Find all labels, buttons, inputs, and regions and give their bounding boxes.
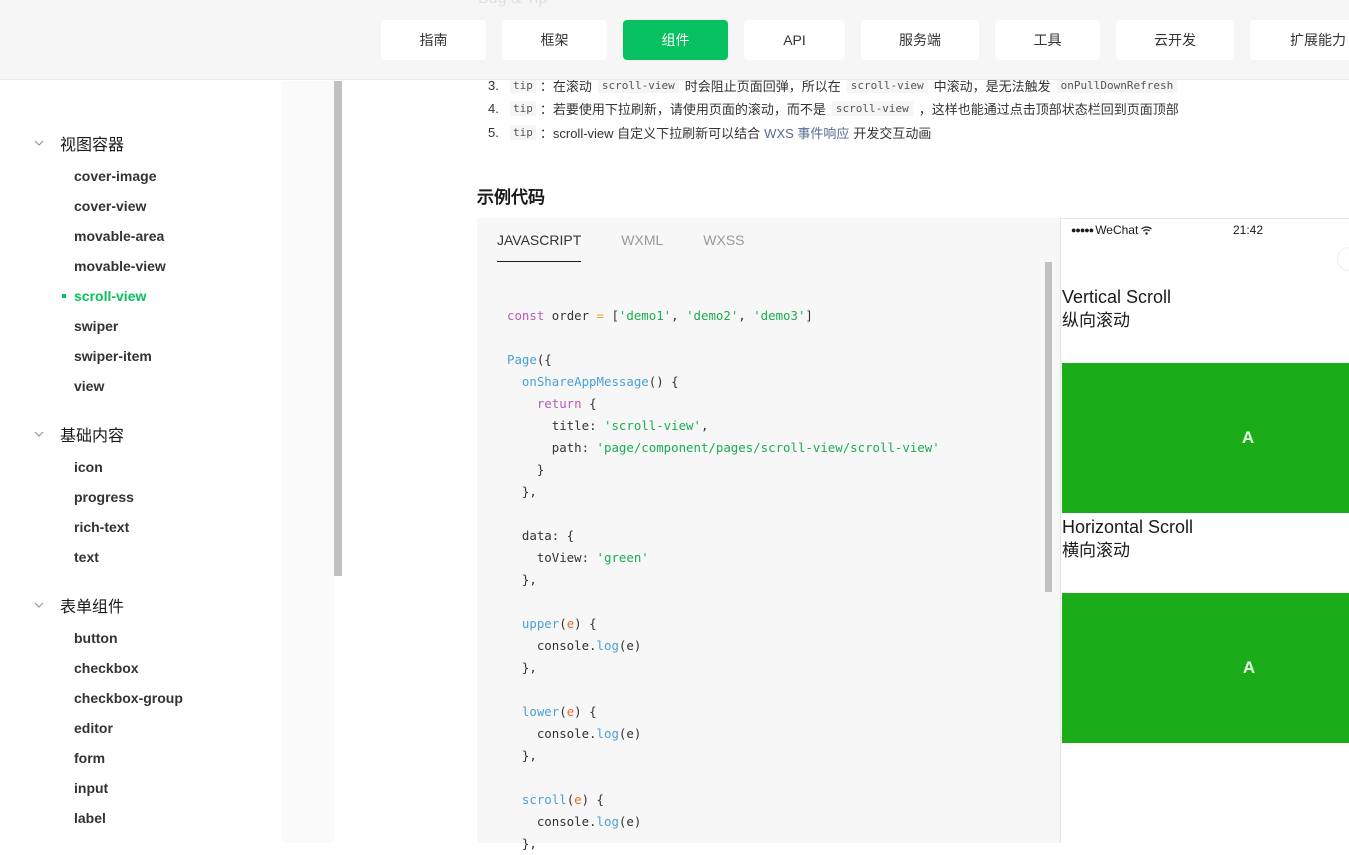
block-label: A bbox=[1242, 658, 1256, 677]
tip-item: 5. tip ：scroll-view 自定义下拉刷新可以结合 WXS 事件响应… bbox=[488, 123, 932, 142]
nav-tab-cloud[interactable]: 云开发 bbox=[1116, 20, 1234, 60]
nav-tab-guide[interactable]: 指南 bbox=[381, 20, 486, 60]
nav-tab-api[interactable]: API bbox=[744, 20, 845, 60]
wxs-event-link[interactable]: WXS 事件响应 bbox=[764, 123, 849, 142]
nav-tab-server[interactable]: 服务端 bbox=[861, 20, 979, 60]
nav-tab-components[interactable]: 组件 bbox=[623, 20, 728, 60]
sidebar-item-form[interactable]: form bbox=[0, 743, 334, 773]
signal-icon: ●●●●● bbox=[1071, 225, 1094, 235]
nav-tab-extensions[interactable]: 扩展能力 bbox=[1250, 20, 1349, 60]
sidebar-item-rich-text[interactable]: rich-text bbox=[0, 512, 334, 542]
code-block: const order = ['demo1', 'demo2', 'demo3'… bbox=[507, 308, 940, 851]
sidebar-group-title: 基础内容 bbox=[60, 428, 125, 445]
sidebar-group-header[interactable]: 视图容器 bbox=[0, 131, 334, 155]
nav-tab-tools[interactable]: 工具 bbox=[995, 20, 1100, 60]
wifi-icon bbox=[1141, 225, 1153, 235]
tab-javascript[interactable]: JAVASCRIPT bbox=[497, 218, 582, 262]
sidebar-item-scroll-view[interactable]: scroll-view bbox=[0, 281, 334, 311]
sidebar-item-cover-view[interactable]: cover-view bbox=[0, 191, 334, 221]
sidebar-item-checkbox-group[interactable]: checkbox-group bbox=[0, 683, 334, 713]
sidebar-item-movable-area[interactable]: movable-area bbox=[0, 221, 334, 251]
sidebar-item-swiper[interactable]: swiper bbox=[0, 311, 334, 341]
code-scrollbar[interactable] bbox=[1045, 262, 1052, 592]
sidebar-item-view[interactable]: view bbox=[0, 371, 334, 401]
chevron-down-icon bbox=[34, 138, 44, 148]
sidebar-group-form-components: 表单组件 button checkbox checkbox-group edit… bbox=[0, 593, 334, 833]
sidebar-item-editor[interactable]: editor bbox=[0, 713, 334, 743]
sidebar-item-cover-image[interactable]: cover-image bbox=[0, 161, 334, 191]
horizontal-scroll-block[interactable]: A bbox=[1062, 593, 1349, 743]
carrier-label: WeChat bbox=[1095, 223, 1139, 237]
tip-item: 4. tip ：若要使用下拉刷新，请使用页面的滚动，而不是 scroll-vie… bbox=[488, 100, 1179, 117]
sidebar-group-basic-content: 基础内容 icon progress rich-text text bbox=[0, 422, 334, 572]
tab-wxss[interactable]: WXSS bbox=[703, 218, 744, 262]
tab-wxml[interactable]: WXML bbox=[621, 218, 663, 262]
sidebar-item-swiper-item[interactable]: swiper-item bbox=[0, 341, 334, 371]
vertical-scroll-block[interactable]: A bbox=[1062, 363, 1349, 513]
sidebar-item-movable-view[interactable]: movable-view bbox=[0, 251, 334, 281]
phone-preview: ●●●●● WeChat 21:42 Vertical Scroll 纵向滚动 … bbox=[1060, 218, 1349, 843]
block-label: A bbox=[1241, 428, 1255, 447]
sidebar-item-icon[interactable]: icon bbox=[0, 452, 334, 482]
capsule-button[interactable] bbox=[1337, 247, 1349, 271]
status-time: 21:42 bbox=[1233, 223, 1264, 237]
sidebar-item-button[interactable]: button bbox=[0, 623, 334, 653]
sidebar-group-title: 表单组件 bbox=[60, 599, 125, 616]
sidebar-item-progress[interactable]: progress bbox=[0, 482, 334, 512]
sidebar-item-input[interactable]: input bbox=[0, 773, 334, 803]
sidebar: 视图容器 cover-image cover-view movable-area… bbox=[0, 81, 334, 843]
nav-tab-framework[interactable]: 框架 bbox=[502, 20, 607, 60]
sidebar-scrollbar[interactable] bbox=[334, 81, 342, 576]
code-tabs: JAVASCRIPT WXML WXSS bbox=[497, 218, 785, 262]
chevron-down-icon bbox=[34, 429, 44, 439]
sidebar-item-checkbox[interactable]: checkbox bbox=[0, 653, 334, 683]
horizontal-scroll-subtitle: 横向滚动 bbox=[1062, 541, 1130, 560]
example-code-heading: 示例代码 bbox=[477, 188, 545, 207]
vertical-scroll-title: Vertical Scroll bbox=[1062, 287, 1172, 307]
horizontal-scroll-title: Horizontal Scroll bbox=[1062, 517, 1194, 537]
vertical-scroll-subtitle: 纵向滚动 bbox=[1062, 311, 1130, 330]
chevron-down-icon bbox=[34, 600, 44, 610]
sidebar-group-title: 视图容器 bbox=[60, 137, 125, 154]
sidebar-item-label[interactable]: label bbox=[0, 803, 334, 833]
sidebar-group-view-containers: 视图容器 cover-image cover-view movable-area… bbox=[0, 131, 334, 401]
top-nav: Bug & Tip 指南 框架 组件 API 服务端 工具 云开发 扩展能力 bbox=[0, 0, 1349, 80]
code-panel: JAVASCRIPT WXML WXSS const order = ['dem… bbox=[477, 218, 1060, 851]
faded-section-heading: Bug & Tip bbox=[478, 0, 547, 8]
sidebar-group-header[interactable]: 基础内容 bbox=[0, 422, 334, 446]
phone-status-bar: ●●●●● WeChat 21:42 bbox=[1071, 221, 1349, 239]
sidebar-item-text[interactable]: text bbox=[0, 542, 334, 572]
sidebar-group-header[interactable]: 表单组件 bbox=[0, 593, 334, 617]
